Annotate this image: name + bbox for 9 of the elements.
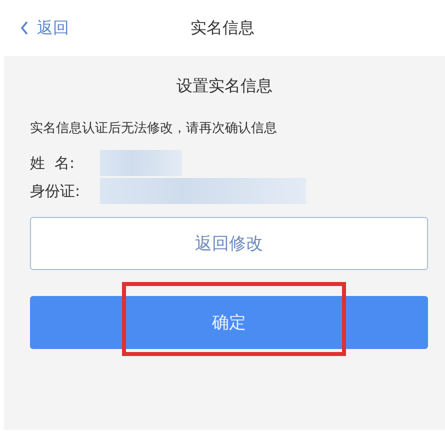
notice-text: 实名信息认证后无法修改，请再次确认信息: [30, 120, 278, 137]
field-label: 身份证:: [30, 182, 82, 200]
section-heading: 设置实名信息: [176, 76, 272, 97]
action-button[interactable]: 确定: [30, 296, 428, 349]
back-icon: [20, 21, 29, 35]
field-label: 姓 名:: [30, 154, 76, 172]
action-button[interactable]: 返回修改: [30, 217, 428, 270]
back-link[interactable]: 返回: [20, 18, 69, 38]
page-title: 实名信息: [190, 18, 254, 38]
